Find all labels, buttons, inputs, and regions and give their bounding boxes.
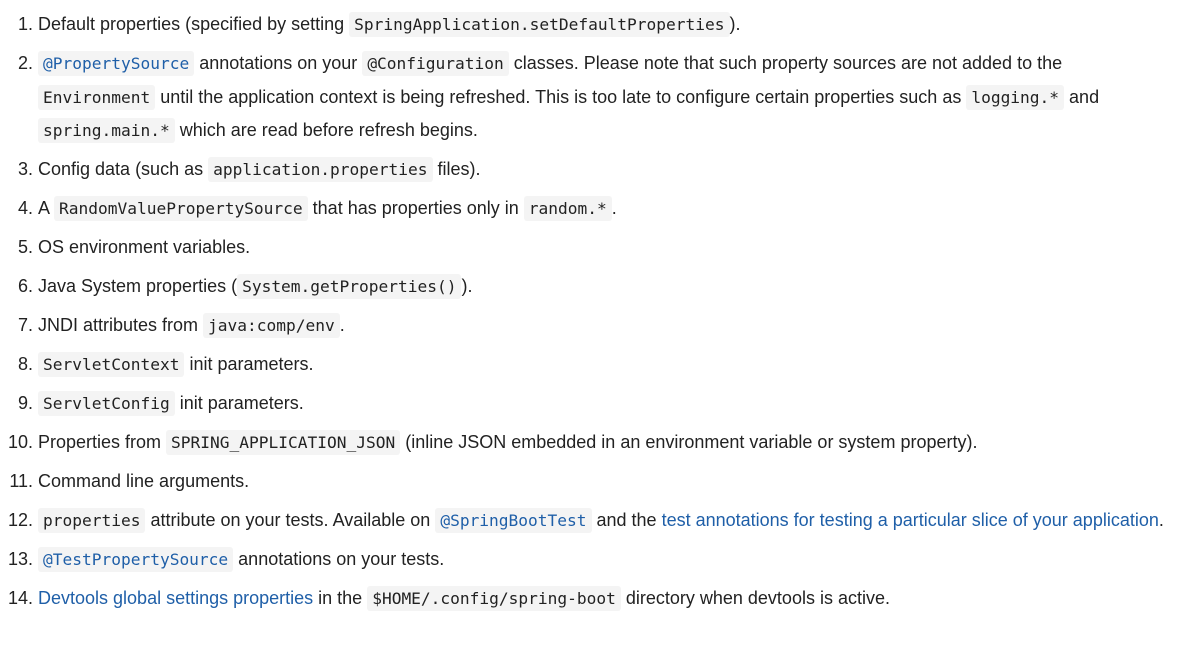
body-text: Config data (such as [38,159,209,179]
list-item: 12. properties attribute on your tests. A… [0,504,1193,538]
property-sources-list: 1. Default properties (specified by setti… [0,0,1193,616]
body-text: Default properties (specified by setting [38,14,350,34]
list-item-number: 8. [17,354,33,374]
body-text: JNDI attributes from [38,315,204,335]
body-text: init parameters. [174,393,304,413]
inline-code: random.* [523,196,612,221]
list-item-number: 4. [17,198,33,218]
body-text: directory when devtools is active. [620,588,890,608]
list-item-number: 13. [7,549,33,569]
inline-code: Environment [38,84,156,110]
body-text: files). [432,159,481,179]
inline-code: System.getProperties() [237,274,462,299]
list-item: 4. A RandomValuePropertySource that has p… [0,192,1193,226]
body-text: Properties from [38,432,167,452]
body-text: annotations on your [194,53,363,73]
list-item: 14. Devtools global settings properties i… [0,582,1193,616]
list-item-number: 2. [17,53,33,73]
list-item-number: 11. [9,471,33,491]
inline-code: RandomValuePropertySource [54,196,308,221]
list-item-number: 5. [17,237,33,257]
body-text: init parameters. [184,354,314,374]
inline-code: spring.main.* [38,118,175,143]
inline-code: ServletContext [38,352,185,377]
body-text: . [611,198,617,218]
list-item: 6. Java System properties (System.getProp… [0,270,1193,304]
list-item-number: 3. [17,159,33,179]
list-item: 3. Config data (such as application.prope… [0,153,1193,187]
body-text: that has properties only in [307,198,524,218]
list-item-number: 12. [7,510,33,530]
list-item: 13. @TestPropertySource annotations on yo… [0,543,1193,577]
code-link[interactable]: @SpringBootTest [435,508,592,533]
body-text: . [339,315,345,335]
list-item-number: 1. [17,14,33,34]
body-text: OS environment variables. [38,237,251,257]
body-text: Command line arguments. [38,471,250,491]
inline-code: properties [38,508,146,533]
text-link[interactable]: test annotations for testing a particula… [662,510,1159,530]
list-item-number: 10. [7,432,33,452]
inline-code: @Configuration [362,51,509,76]
list-item: 1. Default properties (specified by setti… [0,0,1193,42]
body-text: ). [729,14,741,34]
body-text: . [1158,510,1164,530]
body-text: which are read before refresh begins. [174,120,478,140]
body-text: classes. Please note that such property … [508,53,1063,73]
body-text: Java System properties ( [38,276,238,296]
code-link[interactable]: @TestPropertySource [38,547,234,572]
list-item: 10. Properties from SPRING_APPLICATION_JS… [0,426,1193,460]
list-item-number: 9. [17,393,33,413]
body-text: (inline JSON embedded in an environment … [400,432,978,452]
body-text: and [1064,86,1100,107]
body-text: A [38,198,55,218]
inline-code: application.properties [208,157,433,182]
code-link[interactable]: @PropertySource [38,51,195,76]
list-item: 11. Command line arguments. [0,465,1193,499]
list-item-number: 7. [17,315,33,335]
body-text: annotations on your tests. [233,549,445,569]
body-text: and the [591,510,662,530]
inline-code: SpringApplication.setDefaultProperties [349,12,730,37]
list-item: 7. JNDI attributes from java:comp/env. [0,309,1193,343]
list-item: 5. OS environment variables. [0,231,1193,265]
body-text: in the [313,588,368,608]
list-item: 9. ServletConfig init parameters. [0,387,1193,421]
inline-code: ServletConfig [38,391,175,416]
list-item: 8. ServletContext init parameters. [0,348,1193,382]
list-item-number: 6. [17,276,33,296]
list-item: 2. @PropertySource annotations on your @C… [0,47,1193,148]
inline-code: java:comp/env [203,313,340,338]
list-item-number: 14. [7,588,33,608]
text-link[interactable]: Devtools global settings properties [38,588,313,608]
body-text: attribute on your tests. Available on [145,510,436,530]
inline-code: $HOME/.config/spring-boot [367,586,621,611]
body-text: until the application context is being r… [155,86,967,107]
inline-code: logging.* [966,84,1065,110]
body-text: ). [461,276,473,296]
inline-code: SPRING_APPLICATION_JSON [166,430,401,455]
